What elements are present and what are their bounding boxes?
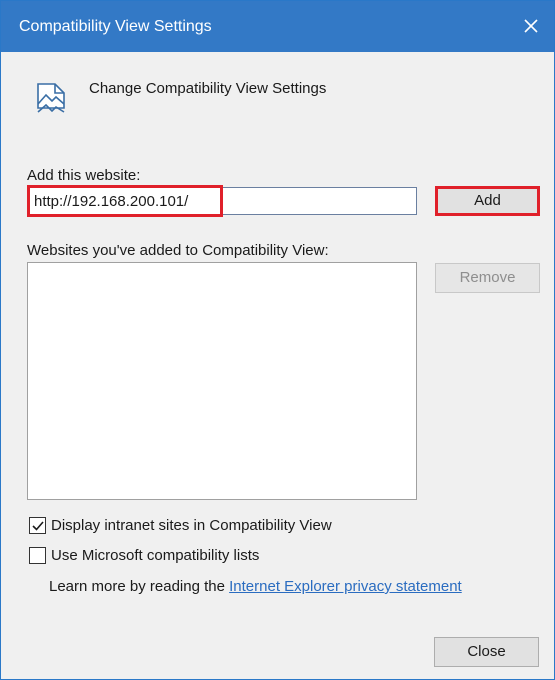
intranet-checkbox[interactable] bbox=[29, 517, 46, 534]
title-bar: Compatibility View Settings bbox=[1, 1, 554, 52]
privacy-statement-link[interactable]: Internet Explorer privacy statement bbox=[229, 578, 462, 595]
learn-more-text: Learn more by reading the Internet Explo… bbox=[49, 578, 462, 595]
microsoft-lists-checkbox-label: Use Microsoft compatibility lists bbox=[51, 547, 260, 564]
checkmark-icon bbox=[32, 521, 44, 531]
add-website-input[interactable] bbox=[27, 187, 417, 215]
compatibility-view-dialog: Compatibility View Settings Change Compa… bbox=[0, 0, 555, 680]
websites-list-label: Websites you've added to Compatibility V… bbox=[27, 242, 329, 259]
learn-more-prefix: Learn more by reading the bbox=[49, 578, 230, 595]
dialog-content: Change Compatibility View Settings Add t… bbox=[1, 52, 554, 679]
compatibility-view-icon bbox=[33, 78, 69, 122]
intranet-checkbox-label: Display intranet sites in Compatibility … bbox=[51, 517, 332, 534]
microsoft-lists-checkbox[interactable] bbox=[29, 547, 46, 564]
url-input[interactable] bbox=[28, 188, 416, 214]
remove-button[interactable]: Remove bbox=[435, 263, 540, 293]
option-intranet-sites[interactable]: Display intranet sites in Compatibility … bbox=[29, 517, 332, 534]
close-icon[interactable] bbox=[518, 13, 544, 39]
window-title: Compatibility View Settings bbox=[19, 18, 212, 35]
add-button[interactable]: Add bbox=[435, 186, 540, 216]
websites-list[interactable] bbox=[27, 262, 417, 500]
close-button[interactable]: Close bbox=[434, 637, 539, 667]
header-title: Change Compatibility View Settings bbox=[89, 80, 327, 97]
option-microsoft-lists[interactable]: Use Microsoft compatibility lists bbox=[29, 547, 259, 564]
add-website-label: Add this website: bbox=[27, 167, 141, 184]
